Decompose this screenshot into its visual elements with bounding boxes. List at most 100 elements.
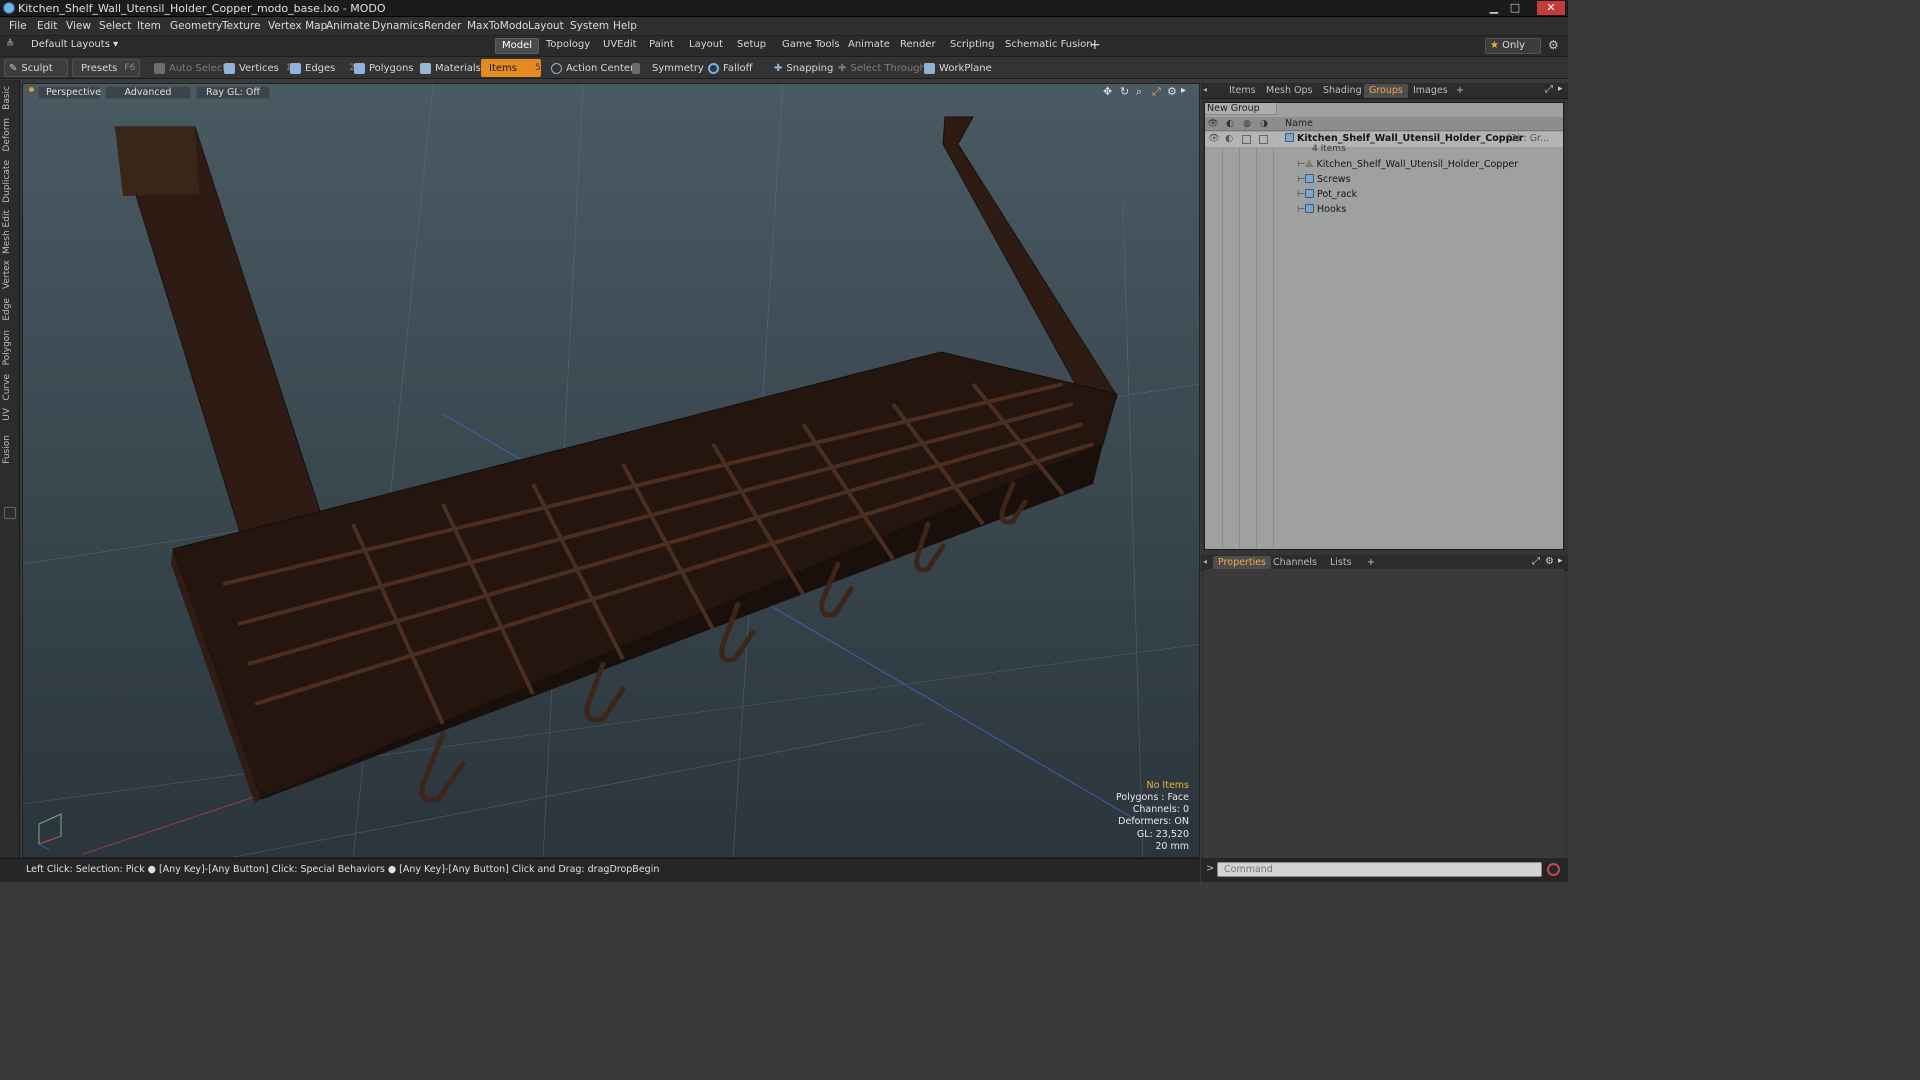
viewport-menu-arrow-icon[interactable]: ▸ (1181, 85, 1186, 96)
tab-mesh-ops[interactable]: Mesh Ops (1261, 84, 1318, 98)
add-layout-tab-icon[interactable]: + (1089, 37, 1101, 53)
vtab-uv[interactable]: UV (2, 408, 18, 421)
3d-viewport[interactable]: Perspective Advanced Ray GL: Off ✥ ↻ ⌕ ⤢… (22, 83, 1200, 858)
items-count: 5 (534, 63, 541, 73)
panel-options-arrow-icon[interactable]: ▸ (1558, 556, 1563, 566)
scene-render (23, 84, 1199, 857)
only-toggle[interactable]: ★ Only (1485, 38, 1541, 54)
minimize-button[interactable]: ▁ (1484, 1, 1504, 15)
edges-button[interactable]: Edges 2 (286, 59, 359, 77)
tab-scripting[interactable]: Scripting (944, 38, 1000, 54)
list-item[interactable]: ⊢ Screws (1205, 173, 1563, 188)
expand-panel-icon[interactable]: ⤢ (1532, 556, 1540, 567)
vertices-button[interactable]: Vertices 1 (220, 59, 296, 77)
polygons-button[interactable]: Polygons (350, 59, 418, 77)
tab-channels[interactable]: Channels (1268, 556, 1322, 570)
select-through-button[interactable]: ✚ Select Through (834, 59, 930, 77)
vtab-fusion[interactable]: Fusion (2, 435, 18, 464)
zoom-icon[interactable]: ⌕ (1136, 85, 1142, 99)
tab-properties[interactable]: Properties (1213, 556, 1272, 570)
menu-view[interactable]: View (66, 20, 91, 32)
sculpt-button[interactable]: ✎ Sculpt (4, 59, 68, 77)
layout-collapse-icon[interactable]: ≜ (6, 39, 14, 50)
vtab-curve[interactable]: Curve (2, 374, 18, 401)
perspective-button[interactable]: Perspective (38, 86, 101, 99)
presets-button[interactable]: Presets F6 (72, 59, 140, 77)
action-center-button[interactable]: Action Center (547, 59, 638, 77)
tab-model[interactable]: Model (495, 38, 540, 54)
panel-menu-arrow-icon[interactable]: ◂ (1203, 557, 1207, 566)
materials-button[interactable]: Materials (416, 59, 485, 77)
layout-preset-dropdown[interactable]: Default Layouts ▾ (31, 39, 118, 50)
new-group-button[interactable]: New Group (1205, 103, 1277, 115)
snapping-button[interactable]: ✚ Snapping (770, 59, 837, 77)
menu-geometry[interactable]: Geometry (170, 20, 222, 32)
vtab-deform[interactable]: Deform (2, 118, 18, 151)
workplane-button[interactable]: WorkPlane (920, 59, 996, 77)
vtab-edge[interactable]: Edge (2, 298, 18, 321)
list-item[interactable]: ⊢ ⟁ Kitchen_Shelf_Wall_Utensil_Holder_Cop… (1205, 158, 1563, 173)
gear-icon[interactable]: ⚙ (1548, 38, 1559, 52)
menu-maxtomodo[interactable]: MaxToModo (467, 20, 528, 32)
tab-images[interactable]: Images (1408, 84, 1453, 98)
close-button[interactable]: ✕ (1537, 1, 1565, 15)
falloff-button[interactable]: Falloff (704, 59, 757, 77)
viewport-settings-icon[interactable]: ⚙ (1167, 85, 1177, 98)
rotate-icon[interactable]: ↻ (1120, 85, 1129, 98)
tab-shading[interactable]: Shading (1318, 84, 1367, 98)
expand-panel-icon[interactable]: ⤢ (1545, 84, 1553, 95)
auto-select-button[interactable]: Auto Select (150, 59, 230, 77)
menu-layout[interactable]: Layout (528, 20, 564, 32)
locator-icon (1305, 204, 1314, 213)
tab-game-tools[interactable]: Game Tools (776, 38, 846, 54)
menu-dynamics[interactable]: Dynamics (372, 20, 424, 32)
tab-setup[interactable]: Setup (731, 38, 772, 54)
presets-shortcut: F6 (124, 63, 136, 73)
vtab-duplicate[interactable]: Duplicate (2, 160, 18, 203)
tab-groups[interactable]: Groups (1364, 84, 1408, 98)
menu-render[interactable]: Render (424, 20, 461, 32)
menu-select[interactable]: Select (99, 20, 131, 32)
tab-animate[interactable]: Animate (842, 38, 896, 54)
maximize-button[interactable]: □ (1505, 1, 1525, 15)
advanced-button[interactable]: Advanced (105, 86, 191, 99)
items-button[interactable]: Items 5 (481, 59, 541, 77)
visibility-col-icon: 👁 (1207, 119, 1219, 129)
gear-icon[interactable]: ⚙ (1545, 556, 1554, 567)
tab-schematic-fusion[interactable]: Schematic Fusion (999, 38, 1099, 54)
menu-vertex-map[interactable]: Vertex Map (268, 20, 327, 32)
raygl-button[interactable]: Ray GL: Off (196, 86, 270, 99)
list-item[interactable]: ⊢ Hooks (1205, 203, 1563, 218)
menu-texture[interactable]: Texture (222, 20, 260, 32)
add-tab-icon[interactable]: + (1451, 84, 1469, 98)
vtab-vertex[interactable]: Vertex (2, 260, 18, 289)
menu-system[interactable]: System (570, 20, 609, 32)
vtab-polygon[interactable]: Polygon (2, 330, 18, 365)
add-tab-icon[interactable]: + (1362, 556, 1380, 570)
panel-menu-arrow-icon[interactable]: ◂ (1203, 85, 1207, 94)
fit-icon[interactable]: ⤢ (1152, 85, 1161, 99)
tab-items[interactable]: Items (1224, 84, 1261, 98)
command-prompt-icon: > (1206, 863, 1215, 874)
menu-file[interactable]: File (9, 20, 27, 32)
menu-help[interactable]: Help (613, 20, 637, 32)
tab-lists[interactable]: Lists (1325, 556, 1357, 570)
panel-options-arrow-icon[interactable]: ▸ (1558, 84, 1563, 94)
tab-layout[interactable]: Layout (683, 38, 729, 54)
tab-uvedit[interactable]: UVEdit (597, 38, 643, 54)
tab-topology[interactable]: Topology (540, 38, 596, 54)
pan-icon[interactable]: ✥ (1103, 85, 1112, 98)
panel-toggle-icon[interactable] (4, 507, 16, 519)
tab-paint[interactable]: Paint (643, 38, 680, 54)
vtab-mesh-edit[interactable]: Mesh Edit (2, 210, 18, 254)
menu-animate[interactable]: Animate (326, 20, 370, 32)
menu-edit[interactable]: Edit (37, 20, 57, 32)
command-input[interactable]: Command (1217, 862, 1542, 877)
command-status-icon[interactable] (1547, 863, 1560, 876)
menu-item[interactable]: Item (137, 20, 161, 32)
symmetry-button[interactable]: Symmetry (628, 59, 708, 77)
list-item[interactable]: ⊢ Pot_rack (1205, 188, 1563, 203)
vtab-basic[interactable]: Basic (2, 86, 18, 110)
tab-render[interactable]: Render (894, 38, 942, 54)
polygons-icon (354, 62, 365, 74)
